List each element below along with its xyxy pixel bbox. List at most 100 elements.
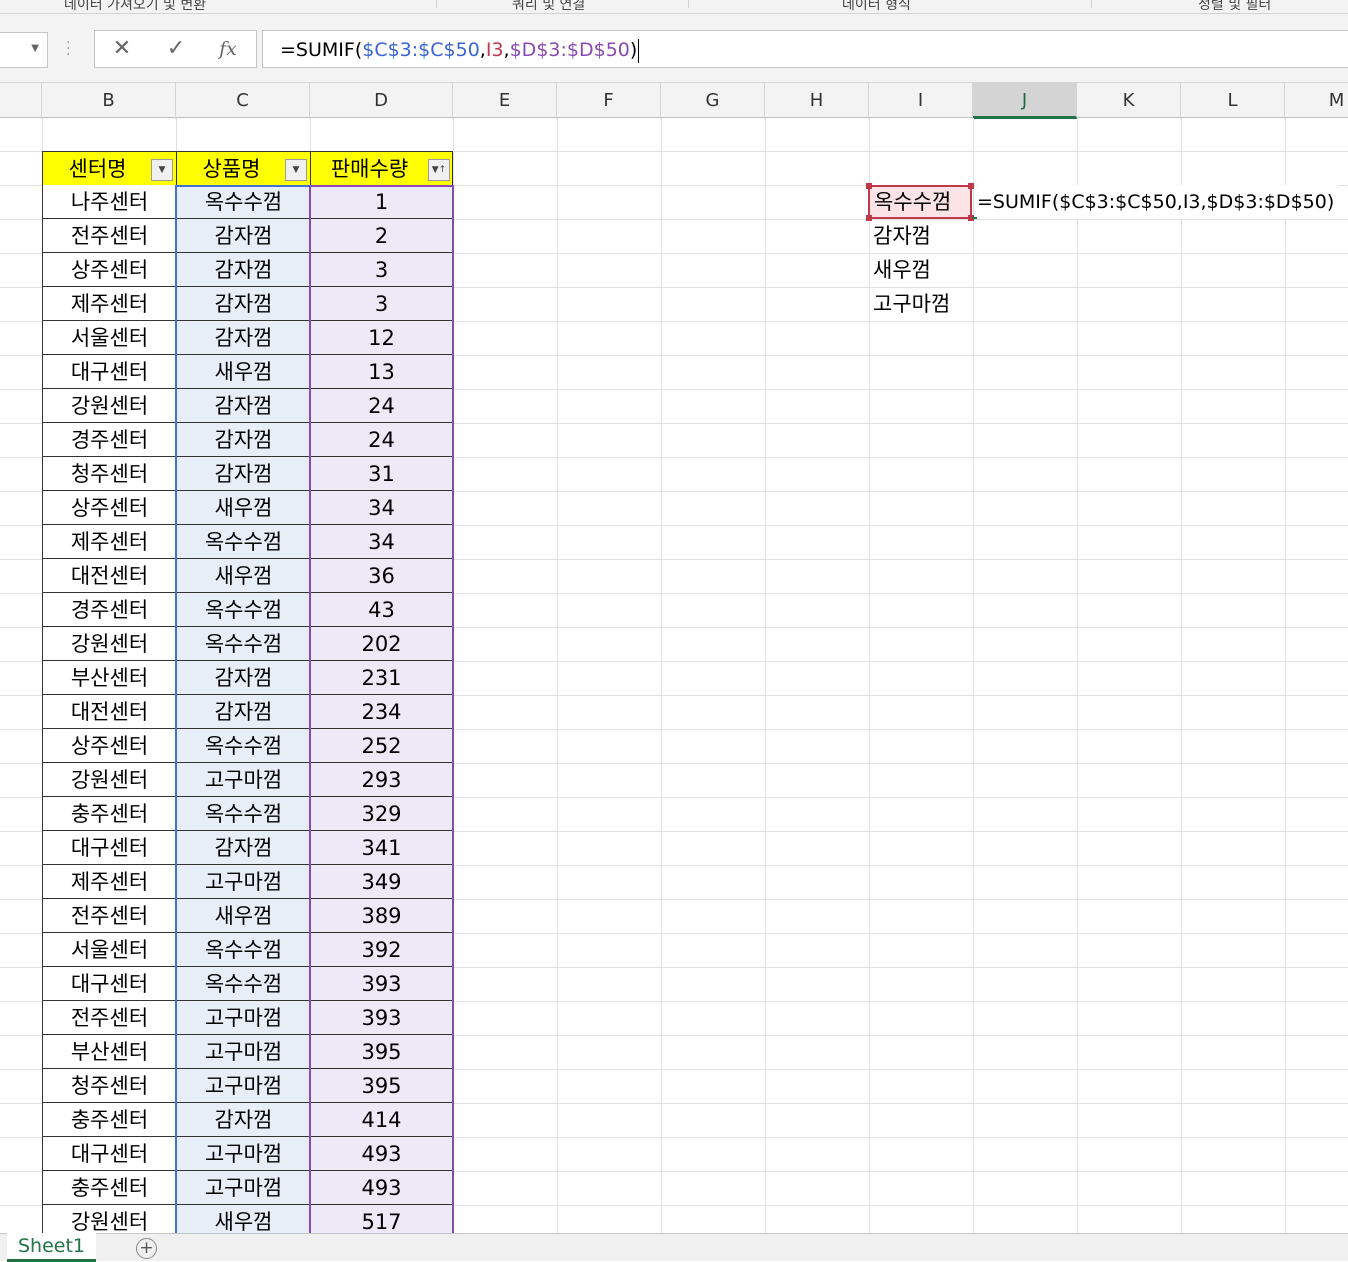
cell-sales-qty[interactable]: 13 <box>310 355 453 389</box>
cell-product-name[interactable]: 옥수수껌 <box>176 185 310 219</box>
cell-sales-qty[interactable]: 493 <box>310 1171 453 1205</box>
cell-center-name[interactable]: 충주센터 <box>42 1171 176 1205</box>
cell-sales-qty[interactable]: 395 <box>310 1035 453 1069</box>
ribbon-group-get-transform[interactable]: 데이터 가져오기 및 변환 <box>64 0 206 13</box>
cell-center-name[interactable]: 전주센터 <box>42 219 176 253</box>
cell-sales-qty[interactable]: 329 <box>310 797 453 831</box>
cell-product-name[interactable]: 고구마껌 <box>176 1069 310 1103</box>
cell-i5[interactable]: 새우껌 <box>873 253 931 287</box>
cell-sales-qty[interactable]: 349 <box>310 865 453 899</box>
cell-product-name[interactable]: 새우껌 <box>176 899 310 933</box>
column-header-d[interactable]: D <box>310 83 453 119</box>
cell-center-name[interactable]: 대구센터 <box>42 967 176 1001</box>
cell-sales-qty[interactable]: 234 <box>310 695 453 729</box>
column-header-b[interactable]: B <box>42 83 176 119</box>
cell-sales-qty[interactable]: 1 <box>310 185 453 219</box>
cell-center-name[interactable]: 대전센터 <box>42 559 176 593</box>
header-product-name[interactable]: 상품명 ▼ <box>176 151 310 185</box>
column-header-c[interactable]: C <box>176 83 310 119</box>
cell-product-name[interactable]: 감자껌 <box>176 389 310 423</box>
cell-sales-qty[interactable]: 393 <box>310 967 453 1001</box>
cell-sales-qty[interactable]: 414 <box>310 1103 453 1137</box>
cell-product-name[interactable]: 옥수수껌 <box>176 933 310 967</box>
filter-dropdown-icon[interactable]: ▼ <box>285 159 307 181</box>
cell-product-name[interactable]: 새우껌 <box>176 491 310 525</box>
cell-sales-qty[interactable]: 202 <box>310 627 453 661</box>
cell-center-name[interactable]: 상주센터 <box>42 491 176 525</box>
cell-sales-qty[interactable]: 389 <box>310 899 453 933</box>
cell-product-name[interactable]: 고구마껌 <box>176 1137 310 1171</box>
cell-i4[interactable]: 감자껌 <box>873 219 931 253</box>
cell-product-name[interactable]: 감자껌 <box>176 695 310 729</box>
cell-product-name[interactable]: 감자껌 <box>176 423 310 457</box>
cell-center-name[interactable]: 충주센터 <box>42 1103 176 1137</box>
cell-center-name[interactable]: 전주센터 <box>42 899 176 933</box>
ribbon-group-data-types[interactable]: 데이터 형식 <box>842 0 911 13</box>
cell-product-name[interactable]: 감자껌 <box>176 457 310 491</box>
cell-center-name[interactable]: 부산센터 <box>42 661 176 695</box>
cell-center-name[interactable]: 제주센터 <box>42 865 176 899</box>
cell-sales-qty[interactable]: 517 <box>310 1205 453 1233</box>
cell-product-name[interactable]: 옥수수껌 <box>176 729 310 763</box>
filter-dropdown-icon[interactable]: ▼ <box>151 159 173 181</box>
cell-center-name[interactable]: 나주센터 <box>42 185 176 219</box>
cell-center-name[interactable]: 서울센터 <box>42 321 176 355</box>
cell-product-name[interactable]: 고구마껌 <box>176 1035 310 1069</box>
cell-sales-qty[interactable]: 24 <box>310 423 453 457</box>
cell-sales-qty[interactable]: 43 <box>310 593 453 627</box>
cell-center-name[interactable]: 대구센터 <box>42 1137 176 1171</box>
column-header-e[interactable]: E <box>453 83 557 119</box>
cell-product-name[interactable]: 새우껌 <box>176 355 310 389</box>
cell-product-name[interactable]: 옥수수껌 <box>176 797 310 831</box>
cell-sales-qty[interactable]: 24 <box>310 389 453 423</box>
insert-function-icon[interactable]: fx <box>213 35 243 63</box>
column-header-g[interactable]: G <box>661 83 765 119</box>
cell-product-name[interactable]: 감자껌 <box>176 661 310 695</box>
cell-center-name[interactable]: 강원센터 <box>42 763 176 797</box>
cell-sales-qty[interactable]: 293 <box>310 763 453 797</box>
cell-product-name[interactable]: 새우껌 <box>176 1205 310 1233</box>
cell-sales-qty[interactable]: 252 <box>310 729 453 763</box>
cell-product-name[interactable]: 고구마껌 <box>176 763 310 797</box>
cell-center-name[interactable]: 제주센터 <box>42 287 176 321</box>
cell-i6[interactable]: 고구마껌 <box>873 287 950 321</box>
cell-sales-qty[interactable]: 393 <box>310 1001 453 1035</box>
cell-center-name[interactable]: 부산센터 <box>42 1035 176 1069</box>
cell-product-name[interactable]: 고구마껌 <box>176 865 310 899</box>
cell-sales-qty[interactable]: 2 <box>310 219 453 253</box>
cell-center-name[interactable]: 대구센터 <box>42 355 176 389</box>
cell-product-name[interactable]: 감자껌 <box>176 1103 310 1137</box>
cell-sales-qty[interactable]: 341 <box>310 831 453 865</box>
cell-product-name[interactable]: 새우껌 <box>176 559 310 593</box>
cell-sales-qty[interactable]: 34 <box>310 491 453 525</box>
column-header-f[interactable]: F <box>557 83 661 119</box>
cell-product-name[interactable]: 옥수수껌 <box>176 593 310 627</box>
cell-sales-qty[interactable]: 34 <box>310 525 453 559</box>
cell-product-name[interactable]: 감자껌 <box>176 219 310 253</box>
cell-product-name[interactable]: 고구마껌 <box>176 1001 310 1035</box>
cell-product-name[interactable]: 옥수수껌 <box>176 967 310 1001</box>
cell-sales-qty[interactable]: 392 <box>310 933 453 967</box>
cell-i3[interactable]: 옥수수껌 <box>868 185 972 219</box>
cell-center-name[interactable]: 상주센터 <box>42 729 176 763</box>
header-sales-qty[interactable]: 판매수량 ▼↑ <box>310 151 453 185</box>
cell-center-name[interactable]: 청주센터 <box>42 457 176 491</box>
cell-center-name[interactable]: 청주센터 <box>42 1069 176 1103</box>
add-sheet-icon[interactable]: + <box>136 1238 157 1259</box>
sheet-tab-sheet1[interactable]: Sheet1 <box>7 1233 96 1262</box>
chevron-down-icon[interactable]: ▼ <box>31 43 39 54</box>
formula-input[interactable]: =SUMIF($C$3:$C$50,I3,$D$3:$D$50) <box>262 30 1348 68</box>
cell-product-name[interactable]: 옥수수껌 <box>176 525 310 559</box>
cell-center-name[interactable]: 강원센터 <box>42 1205 176 1233</box>
cell-center-name[interactable]: 서울센터 <box>42 933 176 967</box>
column-header-j[interactable]: J <box>973 83 1077 119</box>
formula-bar-grip-icon[interactable]: · · · <box>66 36 72 62</box>
cell-product-name[interactable]: 옥수수껌 <box>176 627 310 661</box>
cell-sales-qty[interactable]: 31 <box>310 457 453 491</box>
cell-center-name[interactable]: 상주센터 <box>42 253 176 287</box>
worksheet-grid[interactable]: 센터명 ▼ 상품명 ▼ 판매수량 ▼↑ 나주센터 옥수수껌 1 전주센터 감자껌 2 상주센터 감자껌 3 제… <box>0 118 1348 1233</box>
enter-icon[interactable]: ✓ <box>161 35 191 63</box>
cell-sales-qty[interactable]: 231 <box>310 661 453 695</box>
cell-product-name[interactable]: 감자껌 <box>176 253 310 287</box>
cell-center-name[interactable]: 제주센터 <box>42 525 176 559</box>
